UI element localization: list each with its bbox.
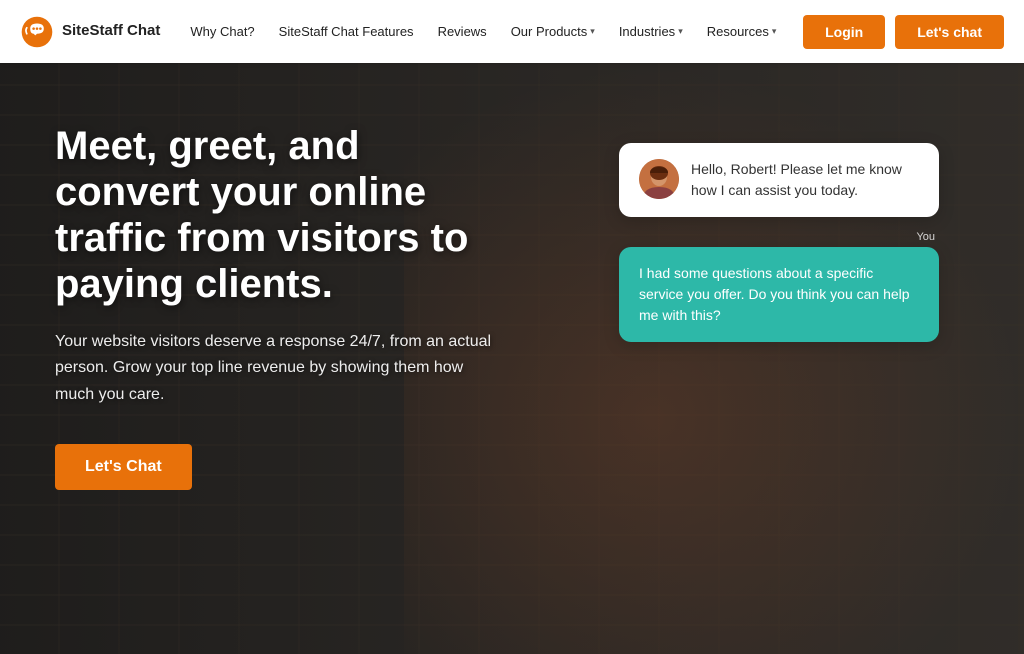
avatar-image (639, 159, 679, 199)
chat-user-bubble: I had some questions about a specific se… (619, 247, 939, 342)
hero-subtext: Your website visitors deserve a response… (55, 329, 495, 408)
hero-headline: Meet, greet, and convert your online tra… (55, 123, 495, 307)
agent-avatar (639, 159, 679, 199)
chevron-down-icon: ▾ (678, 26, 683, 37)
hero-cta-button[interactable]: Let's Chat (55, 444, 192, 490)
chevron-down-icon: ▾ (590, 26, 595, 37)
nav-why-chat[interactable]: Why Chat? (180, 18, 264, 45)
logo-icon (20, 15, 54, 49)
hero-right-panel: Hello, Robert! Please let me know how I … (495, 123, 969, 342)
nav-reviews[interactable]: Reviews (428, 18, 497, 45)
chat-you-label: You (916, 231, 939, 243)
navbar: SiteStaff Chat Why Chat? SiteStaff Chat … (0, 0, 1024, 63)
chat-agent-bubble: Hello, Robert! Please let me know how I … (619, 143, 939, 217)
agent-message-text: Hello, Robert! Please let me know how I … (691, 159, 919, 201)
brand-logo[interactable]: SiteStaff Chat (20, 15, 160, 49)
nav-our-products[interactable]: Our Products ▾ (501, 18, 605, 45)
nav-industries[interactable]: Industries ▾ (609, 18, 693, 45)
brand-name: SiteStaff Chat (62, 23, 160, 40)
chevron-down-icon: ▾ (772, 26, 777, 37)
login-button[interactable]: Login (803, 15, 885, 49)
user-message-text: I had some questions about a specific se… (639, 265, 910, 323)
nav-links: Why Chat? SiteStaff Chat Features Review… (180, 18, 803, 45)
nav-action-buttons: Login Let's chat (803, 15, 1004, 49)
hero-content: Meet, greet, and convert your online tra… (0, 63, 1024, 654)
lets-chat-nav-button[interactable]: Let's chat (895, 15, 1004, 49)
hero-left-panel: Meet, greet, and convert your online tra… (55, 123, 495, 490)
nav-resources[interactable]: Resources ▾ (697, 18, 787, 45)
hero-section: Meet, greet, and convert your online tra… (0, 0, 1024, 654)
chat-user-bubble-wrap: You I had some questions about a specifi… (619, 231, 939, 342)
nav-features[interactable]: SiteStaff Chat Features (269, 18, 424, 45)
